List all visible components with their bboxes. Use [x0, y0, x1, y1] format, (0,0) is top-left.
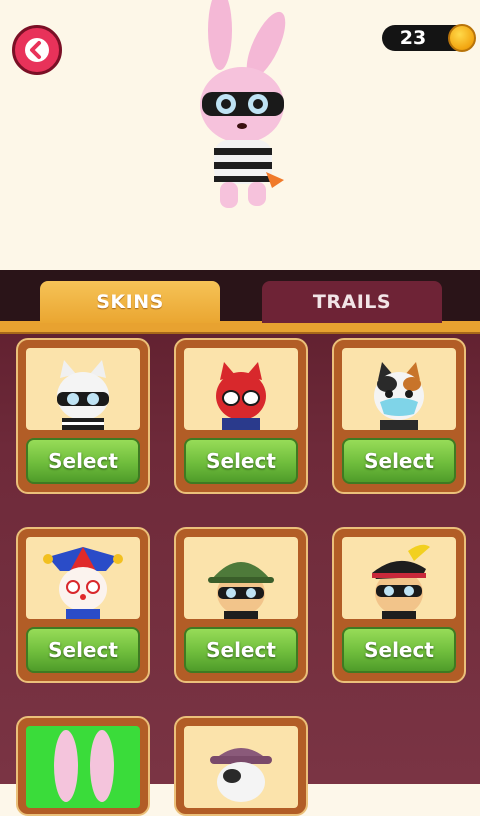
tab-skins[interactable]: SKINS	[40, 281, 220, 323]
jester-character-icon	[26, 537, 140, 619]
select-button[interactable]: Select	[184, 627, 298, 673]
back-button[interactable]	[12, 25, 62, 75]
purple-hat-character-icon	[184, 726, 298, 808]
skin-card[interactable]: Select	[174, 527, 308, 683]
calico-cat-mask-icon	[342, 348, 456, 430]
skin-card[interactable]: Select	[16, 527, 150, 683]
select-button[interactable]: Select	[26, 627, 140, 673]
green-helmet-character-icon	[184, 537, 298, 619]
bunny-ears-icon	[26, 726, 140, 808]
skin-card[interactable]	[174, 716, 308, 816]
masked-cat-icon	[26, 348, 140, 430]
select-button[interactable]: Select	[342, 627, 456, 673]
select-button[interactable]: Select	[342, 438, 456, 484]
coin-count: 23	[399, 27, 427, 49]
skin-card[interactable]	[16, 716, 150, 816]
skin-card[interactable]: Select	[332, 338, 466, 494]
skin-card[interactable]: Select	[174, 338, 308, 494]
coin-icon	[448, 24, 476, 52]
tab-trails[interactable]: TRAILS	[262, 281, 442, 323]
select-button[interactable]: Select	[184, 438, 298, 484]
skin-card[interactable]: Select	[332, 527, 466, 683]
skin-card[interactable]: Select	[16, 338, 150, 494]
spider-cat-icon	[184, 348, 298, 430]
select-button[interactable]: Select	[26, 438, 140, 484]
back-arrow-icon	[25, 38, 49, 62]
pirate-hat-character-icon	[342, 537, 456, 619]
bunny-thief-character	[180, 0, 310, 230]
